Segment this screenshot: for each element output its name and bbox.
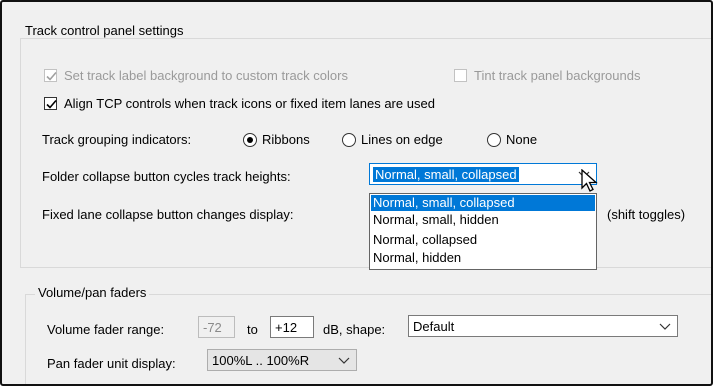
shape-select[interactable]: Default xyxy=(408,315,678,337)
dropdown-option[interactable]: Normal, hidden xyxy=(371,250,595,266)
grouping-option-none: None xyxy=(506,132,538,147)
dropdown-option[interactable]: Normal, small, collapsed xyxy=(371,195,595,211)
volpan-group-title: Volume/pan faders xyxy=(35,285,150,300)
shape-value: Default xyxy=(413,319,455,334)
grouping-option-lines: Lines on edge xyxy=(361,132,443,147)
grouping-label: Track grouping indicators: xyxy=(42,132,192,147)
mouse-cursor-icon xyxy=(581,169,598,192)
grouping-radio-lines[interactable] xyxy=(342,133,356,147)
volpan-group xyxy=(25,294,711,384)
radio-selected-dot xyxy=(247,137,253,143)
tcp-group-title: Track control panel settings xyxy=(22,23,187,38)
pan-unit-value: 100%L .. 100%R xyxy=(212,353,310,368)
folder-collapse-dropdown-list: Normal, small, collapsed Normal, small, … xyxy=(369,193,597,270)
align-tcp-checkbox[interactable] xyxy=(44,97,57,110)
volume-range-label: Volume fader range: xyxy=(47,322,165,337)
chevron-down-icon xyxy=(659,323,671,330)
to-label: to xyxy=(247,322,258,337)
fixed-lane-suffix: (shift toggles) xyxy=(607,207,686,222)
chevron-down-icon xyxy=(338,357,350,364)
dropdown-option[interactable]: Normal, collapsed xyxy=(371,232,595,248)
volume-range-min-input[interactable]: -72 xyxy=(198,316,235,338)
dropdown-option[interactable]: Normal, small, hidden xyxy=(371,212,595,228)
shape-label: dB, shape: xyxy=(323,322,386,337)
grouping-radio-ribbons[interactable] xyxy=(243,133,257,147)
settings-panel: Track control panel settings Set track l… xyxy=(0,0,713,386)
set-label-bg-label: Set track label background to custom tra… xyxy=(64,68,348,83)
folder-collapse-select[interactable]: Normal, small, collapsed xyxy=(369,163,597,185)
fixed-lane-label: Fixed lane collapse button changes displ… xyxy=(42,207,294,222)
volume-range-max-value: +12 xyxy=(275,320,298,335)
checkmark-icon xyxy=(46,99,57,109)
pan-unit-label: Pan fader unit display: xyxy=(47,356,176,371)
set-label-bg-checkbox[interactable] xyxy=(44,69,57,82)
pan-unit-select[interactable]: 100%L .. 100%R xyxy=(207,349,357,371)
volume-range-max-input[interactable]: +12 xyxy=(270,316,314,338)
grouping-option-ribbons: Ribbons xyxy=(262,132,310,147)
folder-collapse-label: Folder collapse button cycles track heig… xyxy=(42,169,291,184)
volume-range-min-value: -72 xyxy=(203,320,222,335)
grouping-radio-none[interactable] xyxy=(487,133,501,147)
checkmark-icon xyxy=(46,71,57,81)
align-tcp-label: Align TCP controls when track icons or f… xyxy=(64,96,435,111)
tint-bg-label: Tint track panel backgrounds xyxy=(474,68,641,83)
tint-bg-checkbox[interactable] xyxy=(454,69,467,82)
folder-collapse-value: Normal, small, collapsed xyxy=(373,167,519,182)
